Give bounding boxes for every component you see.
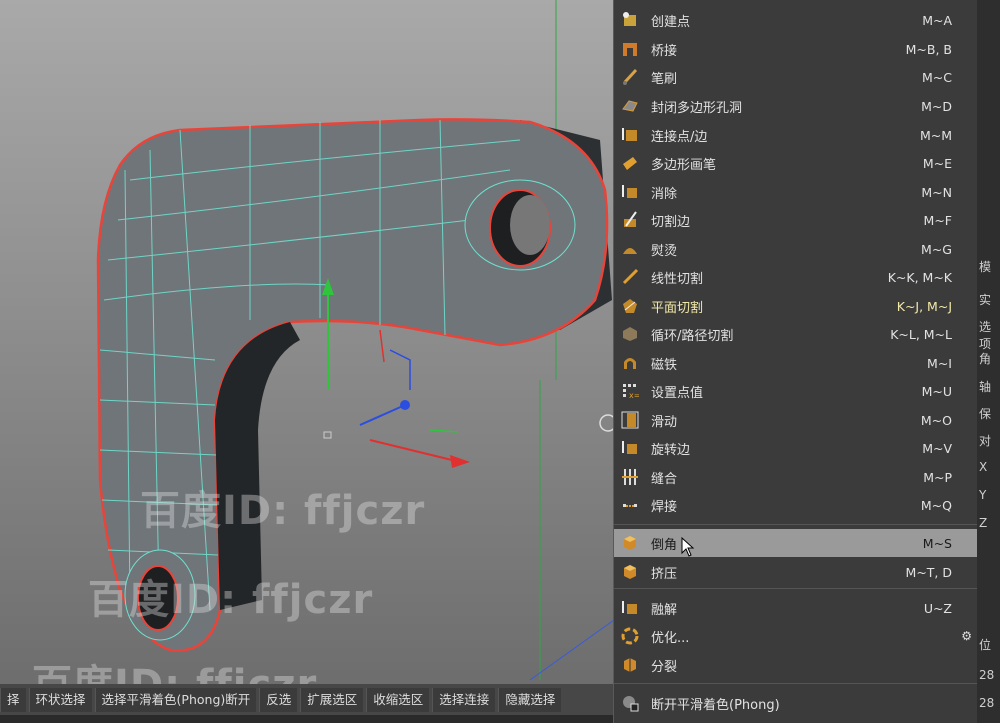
menu-item-loop-path-cut[interactable]: 循环/路径切割 K~L, M~L [614, 321, 978, 347]
close-polygon-hole-icon [621, 97, 639, 115]
weld-icon [621, 496, 639, 514]
mesh-context-menu: 创建点 M~A 桥接 M~B, B 笔刷 M~C 封闭多边形孔洞 M~D 连接点/边 M~… [613, 0, 978, 723]
menu-item-plane-cut[interactable]: 平面切割 K~J, M~J [614, 293, 978, 319]
menu-item-polygon-pen[interactable]: 多边形画笔 M~E [614, 150, 978, 176]
menu-item-brush[interactable]: 笔刷 M~C [614, 64, 978, 90]
panel-value[interactable]: 28 [977, 668, 1000, 682]
edge-cut-icon [621, 211, 639, 229]
connect-points-edges-icon [621, 126, 639, 144]
panel-label: 轴 [979, 380, 992, 394]
menu-item-close-polygon-hole[interactable]: 封闭多边形孔洞 M~D [614, 93, 978, 119]
panel-value[interactable]: 28 [977, 696, 1000, 710]
3d-viewport[interactable]: 百度ID: ffjczr 百度ID: ffjczr 百度ID: ffjczr 择… [0, 0, 614, 723]
brush-icon [621, 68, 639, 86]
menu-item-magnet[interactable]: 磁铁 M~I [614, 350, 978, 376]
menu-separator [614, 683, 978, 684]
mouse-cursor-icon [681, 537, 695, 557]
menu-item-spin-edge[interactable]: 旋转边 M~V [614, 435, 978, 461]
menu-item-bridge[interactable]: 桥接 M~B, B [614, 36, 978, 62]
stitch-icon [621, 468, 639, 486]
panel-label: 对 [979, 434, 992, 448]
menu-item-melt[interactable]: 融解 U~Z [614, 595, 978, 621]
panel-label: 选项 [979, 320, 992, 351]
bridge-icon [621, 40, 639, 58]
menu-item-dissolve[interactable]: 消除 M~N [614, 179, 978, 205]
loop-path-cut-icon [621, 325, 639, 343]
polygon-pen-icon [621, 154, 639, 172]
select-button[interactable]: 择 [0, 687, 26, 712]
slide-icon [621, 411, 639, 429]
invert-select-button[interactable]: 反选 [259, 687, 298, 712]
menu-separator [614, 524, 978, 525]
status-strip [0, 715, 614, 723]
bevel-icon [621, 534, 639, 552]
set-point-value-icon: x= [621, 382, 639, 400]
attributes-panel-edge: 模 实 选项 角 轴 保 对 X Y Z 位 28 28 [977, 0, 1000, 723]
panel-label: 实 [979, 293, 992, 307]
panel-label: 角 [979, 352, 992, 366]
loop-select-button[interactable]: 环状选择 [28, 687, 92, 712]
spin-edge-icon [621, 439, 639, 457]
dissolve-icon [621, 183, 639, 201]
menu-item-optimize[interactable]: 优化... ⚙ [614, 623, 978, 649]
panel-label: 位 [979, 638, 992, 652]
bottom-toolbar: 择 环状选择 选择平滑着色(Phong)断开 反选 扩展选区 收缩选区 选择连接… [0, 684, 614, 715]
magnet-icon [621, 354, 639, 372]
panel-label: 模 [979, 260, 992, 274]
menu-item-edge-cut[interactable]: 切割边 M~F [614, 207, 978, 233]
hide-selection-button[interactable]: 隐藏选择 [498, 687, 562, 712]
options-gear-icon[interactable]: ⚙ [961, 629, 972, 643]
panel-label: 保 [979, 407, 992, 421]
select-phong-break-button[interactable]: 选择平滑着色(Phong)断开 [94, 687, 257, 712]
extrude-icon [621, 563, 639, 581]
menu-separator [614, 588, 978, 589]
panel-label: Y [979, 488, 987, 502]
menu-item-slide[interactable]: 滑动 M~O [614, 407, 978, 433]
menu-item-break-phong[interactable]: 断开平滑着色(Phong) [614, 690, 978, 716]
menu-item-iron[interactable]: 熨烫 M~G [614, 236, 978, 262]
create-point-icon [621, 11, 639, 29]
plane-cut-icon [621, 297, 639, 315]
shrink-selection-button[interactable]: 收缩选区 [366, 687, 430, 712]
menu-item-set-point-value[interactable]: x= 设置点值 M~U [614, 378, 978, 404]
watermark: 百度ID: ffjczr [140, 488, 426, 534]
menu-item-split[interactable]: 分裂 [614, 652, 978, 678]
select-connected-button[interactable]: 选择连接 [432, 687, 496, 712]
svg-text:x=: x= [629, 391, 639, 400]
iron-icon [621, 240, 639, 258]
menu-item-extrude[interactable]: 挤压 M~T, D [614, 559, 978, 585]
panel-label: Z [979, 516, 988, 530]
menu-item-connect-points-edges[interactable]: 连接点/边 M~M [614, 122, 978, 148]
grow-selection-button[interactable]: 扩展选区 [300, 687, 364, 712]
menu-item-create-point[interactable]: 创建点 M~A [614, 7, 978, 33]
break-phong-icon [621, 694, 639, 712]
melt-icon [621, 599, 639, 617]
line-cut-icon [621, 268, 639, 286]
watermark: 百度ID: ffjczr [88, 577, 374, 623]
split-icon [621, 656, 639, 674]
menu-item-line-cut[interactable]: 线性切割 K~K, M~K [614, 264, 978, 290]
menu-item-stitch[interactable]: 缝合 M~P [614, 464, 978, 490]
menu-item-weld[interactable]: 焊接 M~Q [614, 492, 978, 518]
panel-label: X [979, 460, 988, 474]
optimize-icon [621, 627, 639, 645]
menu-item-bevel[interactable]: 倒角 M~S [614, 529, 978, 557]
